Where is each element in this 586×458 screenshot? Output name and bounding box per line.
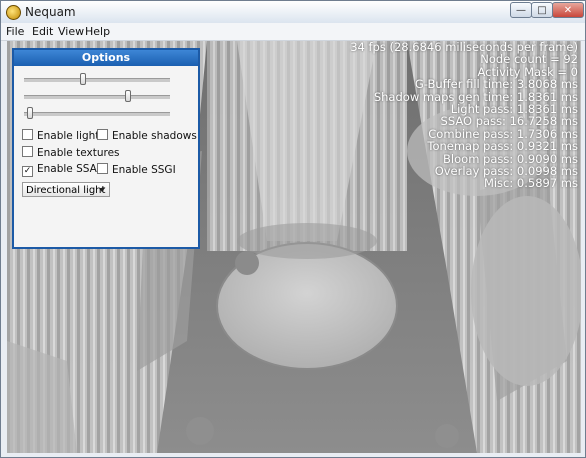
menu-file[interactable]: File: [6, 25, 24, 38]
window-title: Nequam: [25, 5, 76, 19]
stat-misc: Misc: 0.5897 ms: [483, 176, 578, 191]
checkbox-enable-lights[interactable]: Enable lights: [22, 129, 105, 142]
stat-node-count: Node count = 92: [480, 52, 578, 67]
stat-ssao-pass: SSAO pass: 16.7258 ms: [440, 114, 578, 129]
checkbox-enable-ssgi[interactable]: Enable SSGI: [97, 163, 176, 176]
stat-gbuffer: G-Buffer fill time: 3.8068 ms: [414, 77, 578, 92]
menu-bar: File Edit View Help: [1, 23, 585, 41]
checkbox-box[interactable]: [97, 129, 108, 140]
title-bar[interactable]: Nequam — □ ✕: [1, 1, 585, 24]
chevron-down-icon: [99, 188, 105, 192]
light-type-select[interactable]: Directional light: [22, 182, 110, 197]
options-panel: Options Enable lights Enable shadows Ena…: [12, 48, 200, 249]
menu-edit[interactable]: Edit: [32, 25, 53, 38]
checkbox-box[interactable]: [22, 146, 33, 157]
checkbox-enable-textures[interactable]: Enable textures: [22, 146, 120, 159]
checkbox-box[interactable]: [97, 163, 108, 174]
app-window: Nequam — □ ✕ File Edit View Help 34 fps …: [0, 0, 586, 458]
app-icon: [6, 5, 21, 20]
maximize-button[interactable]: □: [531, 2, 553, 18]
checkbox-box[interactable]: ✓: [22, 166, 33, 177]
stat-tonemap-pass: Tonemap pass: 0.9321 ms: [427, 139, 578, 154]
checkbox-enable-shadows[interactable]: Enable shadows: [97, 129, 197, 142]
slider-3-thumb[interactable]: [26, 107, 33, 119]
slider-2-thumb[interactable]: [124, 90, 131, 102]
minimize-button[interactable]: —: [510, 2, 532, 18]
slider-2[interactable]: [24, 90, 170, 102]
menu-help[interactable]: Help: [85, 25, 110, 38]
slider-1[interactable]: [24, 73, 170, 85]
slider-1-thumb[interactable]: [80, 73, 86, 85]
menu-view[interactable]: View: [58, 25, 84, 38]
options-title[interactable]: Options: [14, 50, 198, 66]
checkbox-enable-ssao[interactable]: ✓ Enable SSAO: [22, 163, 105, 177]
checkbox-box[interactable]: [22, 129, 33, 140]
slider-3[interactable]: [24, 107, 170, 119]
render-stats: 34 fps (28.6846 miliseconds per frame) N…: [350, 41, 578, 190]
close-button[interactable]: ✕: [552, 2, 584, 18]
